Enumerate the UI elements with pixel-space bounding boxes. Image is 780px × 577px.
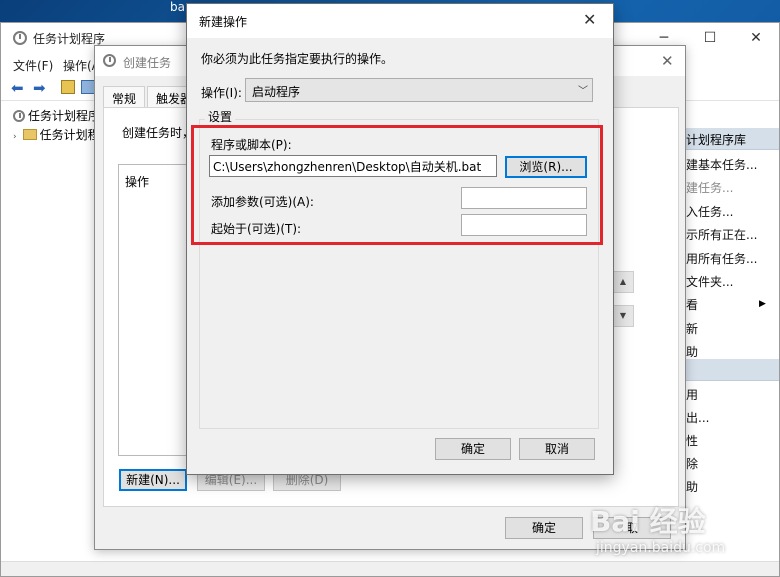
clock-icon bbox=[13, 110, 25, 122]
desktop-fragment-text: ba bbox=[170, 0, 185, 14]
submenu-arrow-icon: ▶ bbox=[759, 299, 766, 310]
settings-group-label: 设置 bbox=[205, 108, 236, 125]
new-action-button[interactable]: 新建(N)... bbox=[119, 469, 187, 491]
actions-pane-item[interactable]: 看 bbox=[686, 296, 698, 313]
move-up-button[interactable]: ▲ bbox=[612, 271, 634, 293]
actions-pane-item[interactable]: 新 bbox=[686, 320, 698, 337]
chevron-down-icon: ﹀ bbox=[578, 86, 588, 97]
actions-pane-item[interactable]: 示所有正在... bbox=[686, 226, 757, 243]
view-icon[interactable] bbox=[81, 80, 95, 94]
ok-button[interactable]: 确定 bbox=[435, 438, 511, 460]
actions-pane-header: 计划程序库 bbox=[681, 128, 779, 150]
actions-pane-item[interactable]: 建基本任务... bbox=[686, 156, 757, 173]
action-type-label: 操作(I): bbox=[201, 86, 242, 100]
tree-item-library[interactable]: › 任务计划程 bbox=[13, 126, 100, 143]
actions-pane-header-label: 计划程序库 bbox=[686, 133, 747, 147]
status-bar bbox=[1, 561, 779, 576]
actions-pane-item-selected[interactable]: 助 bbox=[686, 478, 698, 495]
folder-up-icon[interactable] bbox=[61, 80, 75, 94]
menu-file[interactable]: 文件(F) bbox=[13, 57, 53, 74]
actions-pane-item[interactable]: 用所有任务... bbox=[686, 250, 757, 267]
action-type-select[interactable]: 启动程序 ﹀ bbox=[245, 78, 593, 102]
actions-pane-item[interactable]: 助 bbox=[686, 343, 698, 360]
new-action-title: 新建操作 bbox=[199, 15, 248, 29]
actions-pane-item-selected[interactable]: 出... bbox=[686, 409, 709, 426]
close-icon[interactable]: ✕ bbox=[733, 23, 779, 53]
actions-pane-item-selected[interactable]: 性 bbox=[686, 432, 698, 449]
create-ok-button[interactable]: 确定 bbox=[505, 517, 583, 539]
tree-root-label: 任务计划程序 bbox=[28, 109, 101, 123]
actions-list-header: 操作 bbox=[125, 175, 150, 189]
actions-pane-item[interactable]: 入任务... bbox=[686, 203, 733, 220]
maximize-icon[interactable]: ☐ bbox=[687, 23, 733, 53]
actions-pane-item-selected[interactable]: 用 bbox=[686, 386, 698, 403]
action-type-value: 启动程序 bbox=[252, 85, 301, 99]
actions-pane: 计划程序库 建基本任务... 建任务... 入任务... 示所有正在... 用所有任务.… bbox=[681, 101, 779, 561]
highlight-box bbox=[191, 125, 603, 245]
watermark-url: jingyan.baidu.com bbox=[596, 540, 726, 556]
actions-pane-header-2 bbox=[681, 359, 779, 381]
new-action-instruction: 你必须为此任务指定要执行的操作。 bbox=[201, 52, 394, 66]
actions-pane-item[interactable]: 文件夹... bbox=[686, 273, 733, 290]
chevron-right-icon[interactable]: › bbox=[13, 132, 17, 142]
clock-icon bbox=[103, 54, 116, 67]
move-down-button[interactable]: ▼ bbox=[612, 305, 634, 327]
new-action-titlebar[interactable]: 新建操作 ✕ bbox=[187, 4, 613, 38]
create-task-title: 创建任务 bbox=[123, 56, 172, 70]
watermark-logo: Bai 经验 bbox=[590, 505, 706, 538]
close-icon[interactable]: ✕ bbox=[661, 52, 674, 70]
folder-icon bbox=[22, 129, 37, 140]
tree-child-label: 任务计划程 bbox=[39, 128, 100, 142]
tab-general[interactable]: 常规 bbox=[103, 86, 146, 107]
close-icon[interactable]: ✕ bbox=[583, 10, 596, 29]
tree-item-root[interactable]: 任务计划程序 bbox=[13, 107, 100, 124]
forward-arrow-icon[interactable]: ➡ bbox=[33, 79, 46, 97]
new-action-dialog: 新建操作 ✕ 你必须为此任务指定要执行的操作。 操作(I): 启动程序 ﹀ 设置… bbox=[186, 3, 614, 475]
clock-icon bbox=[13, 31, 27, 45]
actions-pane-item[interactable]: 建任务... bbox=[686, 179, 733, 196]
cancel-button[interactable]: 取消 bbox=[519, 438, 595, 460]
back-arrow-icon[interactable]: ⬅ bbox=[11, 79, 24, 97]
tree-pane: 任务计划程序 › 任务计划程 bbox=[1, 101, 101, 561]
actions-pane-item-selected[interactable]: 除 bbox=[686, 455, 698, 472]
create-task-description: 创建任务时， bbox=[122, 126, 195, 140]
